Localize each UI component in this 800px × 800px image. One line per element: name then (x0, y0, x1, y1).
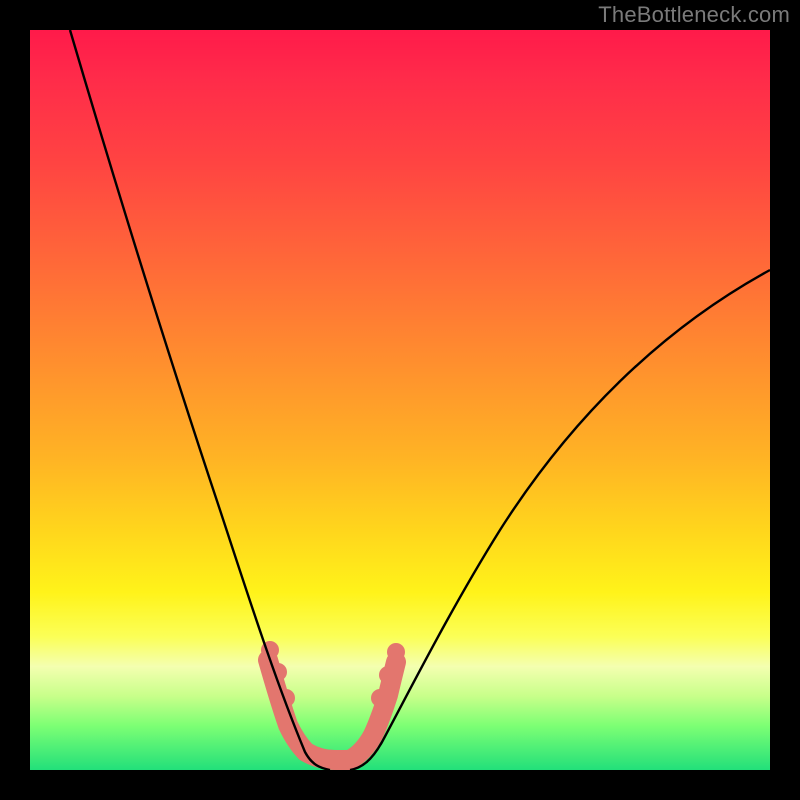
plot-area (30, 30, 770, 770)
watermark-text: TheBottleneck.com (598, 2, 790, 28)
chart-stage: TheBottleneck.com (0, 0, 800, 800)
left-curve (70, 30, 330, 770)
curves-layer (30, 30, 770, 770)
right-curve (350, 270, 770, 770)
valley-band (261, 641, 405, 760)
